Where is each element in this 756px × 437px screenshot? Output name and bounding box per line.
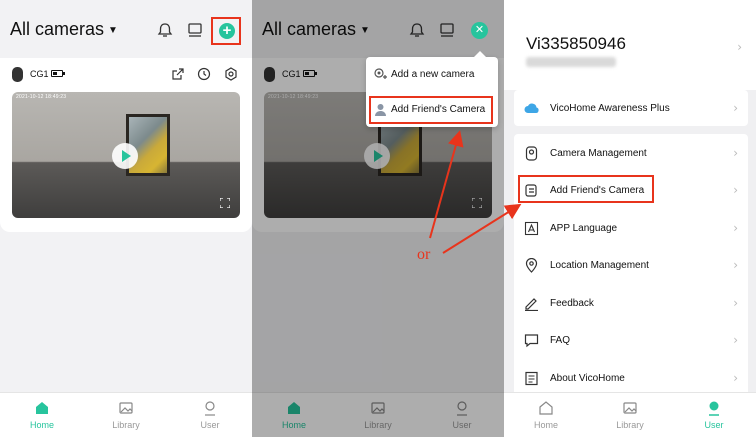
label-text: Location Management bbox=[550, 260, 649, 271]
label-text: Home bbox=[29, 420, 54, 430]
page-title: All cameras bbox=[10, 19, 105, 39]
user-icon bbox=[709, 401, 719, 416]
highlight-box bbox=[211, 17, 241, 45]
play-button[interactable] bbox=[112, 143, 138, 169]
camera-icon bbox=[525, 146, 538, 161]
highlight-box bbox=[518, 175, 654, 203]
chevron-right-icon: › bbox=[733, 296, 738, 310]
highlight-box bbox=[369, 96, 493, 124]
add-camera-menu: Add a new camera Add Friend's Camera bbox=[366, 51, 498, 127]
menu-row-location-management[interactable]: Location Management › bbox=[514, 247, 748, 284]
user-screen: Vi335850946 › VicoHome Awareness Plus › … bbox=[504, 0, 756, 437]
awareness-plus-row[interactable]: VicoHome Awareness Plus › bbox=[514, 90, 748, 126]
chevron-right-icon: › bbox=[733, 183, 738, 197]
or-label: or bbox=[417, 246, 431, 263]
camera-device-icon bbox=[12, 67, 23, 82]
battery-icon bbox=[51, 70, 65, 77]
label-text: Add a new camera bbox=[391, 69, 475, 80]
library-icon bbox=[119, 402, 133, 414]
chevron-right-icon: › bbox=[733, 258, 738, 272]
user-profile-header[interactable]: Vi335850946 › bbox=[504, 0, 756, 90]
chevron-right-icon: › bbox=[733, 371, 738, 385]
close-menu-button[interactable]: ✕ bbox=[471, 22, 488, 39]
language-icon bbox=[524, 221, 539, 236]
home-icon bbox=[539, 401, 553, 415]
cloud-icon bbox=[524, 103, 539, 113]
home-screen: All cameras ▼ + CG1 2021-10-12 18:49:23 H… bbox=[0, 0, 252, 437]
bell-icon[interactable] bbox=[156, 21, 174, 39]
fullscreen-icon[interactable] bbox=[220, 198, 230, 208]
label-text: About VicoHome bbox=[550, 373, 625, 384]
awareness-plus-label: VicoHome Awareness Plus bbox=[550, 103, 670, 114]
tab-library[interactable]: Library bbox=[96, 400, 156, 430]
label-text: Camera Management bbox=[550, 148, 647, 159]
chevron-right-icon: › bbox=[733, 146, 738, 160]
tab-user[interactable]: User bbox=[180, 400, 240, 430]
document-icon bbox=[525, 371, 538, 386]
home-icon bbox=[36, 402, 48, 414]
menu-row-app-language[interactable]: APP Language › bbox=[514, 210, 748, 247]
camera-preview[interactable]: 2021-10-12 18:49:23 bbox=[12, 92, 240, 218]
bottom-tab-bar: Home Library User bbox=[0, 392, 252, 437]
chat-bubble-icon bbox=[524, 334, 539, 348]
bottom-tab-bar: Home Library User bbox=[504, 392, 756, 437]
camera-name: CG1 bbox=[30, 69, 49, 79]
monitor-icon[interactable] bbox=[186, 21, 204, 39]
menu-row-faq[interactable]: FAQ › bbox=[514, 322, 748, 359]
blurred-account-info bbox=[526, 57, 616, 67]
share-icon[interactable] bbox=[171, 67, 185, 81]
tab-library[interactable]: Library bbox=[600, 400, 660, 430]
history-clock-icon[interactable] bbox=[197, 67, 211, 81]
chevron-right-icon: › bbox=[733, 221, 738, 235]
chevron-right-icon: › bbox=[737, 40, 742, 54]
settings-list: Camera Management › Add Friend's Camera … bbox=[514, 134, 748, 398]
tab-home[interactable]: Home bbox=[12, 400, 72, 430]
location-pin-icon bbox=[525, 258, 538, 273]
menu-row-camera-management[interactable]: Camera Management › bbox=[514, 135, 748, 172]
camera-plus-icon bbox=[374, 68, 387, 79]
chevron-right-icon: › bbox=[733, 333, 738, 347]
library-icon bbox=[623, 402, 637, 414]
settings-gear-icon[interactable] bbox=[224, 67, 238, 81]
chevron-right-icon: › bbox=[733, 101, 738, 115]
label-text: User bbox=[704, 420, 724, 430]
label-text: User bbox=[200, 420, 220, 430]
menu-item-add-new-camera[interactable]: Add a new camera bbox=[366, 58, 498, 92]
header: All cameras ▼ + bbox=[0, 0, 252, 58]
user-icon bbox=[205, 401, 215, 416]
home-screen-menu-open: All cameras ▼ CG1 2021-10-12 18:49:23 Hom… bbox=[252, 0, 504, 437]
label-text: FAQ bbox=[550, 335, 571, 346]
video-timestamp: 2021-10-12 18:49:23 bbox=[16, 94, 67, 100]
username: Vi335850946 bbox=[526, 34, 626, 53]
label-text: Library bbox=[616, 420, 644, 430]
tab-home[interactable]: Home bbox=[516, 400, 576, 430]
menu-row-feedback[interactable]: Feedback › bbox=[514, 285, 748, 322]
camera-filter-dropdown[interactable]: All cameras ▼ bbox=[10, 19, 118, 40]
label-text: Library bbox=[112, 420, 140, 430]
pencil-icon bbox=[525, 298, 538, 311]
tab-user[interactable]: User bbox=[684, 400, 744, 430]
chevron-down-icon: ▼ bbox=[108, 24, 118, 36]
label-text: Home bbox=[533, 420, 558, 430]
camera-card: CG1 2021-10-12 18:49:23 bbox=[0, 58, 252, 232]
label-text: Feedback bbox=[550, 298, 594, 309]
label-text: APP Language bbox=[550, 223, 618, 234]
